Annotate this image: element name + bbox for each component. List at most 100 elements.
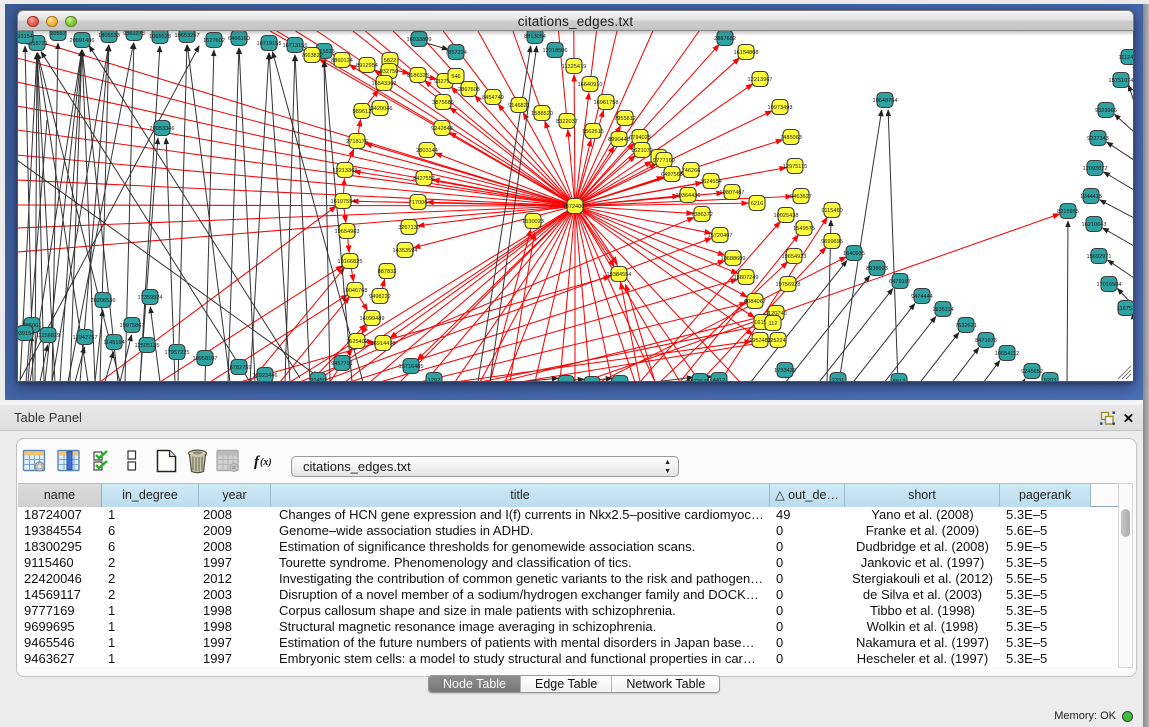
svg-text:16210643: 16210643 xyxy=(1082,222,1107,228)
svg-text:11325419: 11325419 xyxy=(562,64,586,70)
svg-text:25224: 25224 xyxy=(770,338,786,344)
svg-text:8322037: 8322037 xyxy=(556,119,578,125)
svg-text:9777169: 9777169 xyxy=(653,158,675,164)
svg-text:1244415: 1244415 xyxy=(1080,194,1102,200)
svg-text:6794028: 6794028 xyxy=(629,135,651,141)
svg-text:7625402: 7625402 xyxy=(346,339,368,345)
svg-text:7632621: 7632621 xyxy=(955,323,977,329)
svg-text:1292: 1292 xyxy=(428,378,440,382)
svg-text:8451: 8451 xyxy=(560,381,572,382)
svg-text:12975115: 12975115 xyxy=(783,164,807,170)
svg-text:18724007: 18724007 xyxy=(563,204,588,210)
svg-text:1588520: 1588520 xyxy=(531,111,553,117)
svg-text:2803144: 2803144 xyxy=(416,148,438,154)
svg-text:19384554: 19384554 xyxy=(607,272,632,278)
svg-text:14353594: 14353594 xyxy=(393,248,418,254)
svg-text:16782759: 16782759 xyxy=(227,365,252,371)
svg-text:1530023: 1530023 xyxy=(522,219,544,225)
svg-text:9227343: 9227343 xyxy=(1087,136,1109,142)
svg-text:16961758: 16961758 xyxy=(594,100,619,106)
svg-text:546: 546 xyxy=(451,74,460,80)
svg-text:17016504: 17016504 xyxy=(1097,282,1122,288)
svg-text:2331: 2331 xyxy=(832,378,844,382)
svg-text:11156829: 11156829 xyxy=(36,333,60,339)
svg-text:7386372: 7386372 xyxy=(691,212,713,218)
svg-text:8990448: 8990448 xyxy=(608,137,630,143)
svg-text:3875685: 3875685 xyxy=(432,100,454,106)
svg-text:7485063: 7485063 xyxy=(780,135,802,141)
svg-text:10046768: 10046768 xyxy=(343,288,368,294)
svg-text:7955812: 7955812 xyxy=(614,116,636,122)
svg-text:2867608: 2867608 xyxy=(458,87,480,93)
svg-text:1112453: 1112453 xyxy=(1119,55,1134,61)
svg-text:1145194: 1145194 xyxy=(103,340,124,346)
svg-text:112: 112 xyxy=(769,321,778,327)
svg-text:8817: 8817 xyxy=(893,379,905,382)
svg-text:20691406: 20691406 xyxy=(70,38,95,44)
svg-text:887833: 887833 xyxy=(378,269,397,275)
svg-text:19975867: 19975867 xyxy=(120,323,145,329)
svg-text:9463627: 9463627 xyxy=(790,194,812,200)
svg-text:8938923: 8938923 xyxy=(866,266,888,272)
svg-text:8186328: 8186328 xyxy=(407,73,429,79)
svg-text:20364436: 20364436 xyxy=(676,193,701,199)
svg-text:9242848: 9242848 xyxy=(431,126,453,132)
svg-text:9084067: 9084067 xyxy=(744,299,766,305)
svg-text:9245652: 9245652 xyxy=(1021,369,1043,375)
svg-text:6497568: 6497568 xyxy=(661,172,683,178)
svg-text:12213967: 12213967 xyxy=(748,77,773,83)
svg-text:116753: 116753 xyxy=(1117,306,1134,312)
svg-text:14099489: 14099489 xyxy=(360,316,385,322)
svg-text:16107554: 16107554 xyxy=(331,199,356,205)
svg-text:20206536: 20206536 xyxy=(91,298,116,304)
svg-text:2887682: 2887682 xyxy=(714,36,736,42)
svg-text:15692971: 15692971 xyxy=(1087,254,1112,260)
svg-text:8215955: 8215955 xyxy=(1057,209,1079,215)
svg-text:19756928: 19756928 xyxy=(776,282,801,288)
svg-text:8860124: 8860124 xyxy=(331,58,353,64)
svg-text:1733426: 1733426 xyxy=(774,368,796,374)
svg-text:16033809: 16033809 xyxy=(407,37,432,43)
svg-text:15720407: 15720407 xyxy=(708,233,733,239)
svg-text:9457791: 9457791 xyxy=(331,361,353,367)
svg-text:6216: 6216 xyxy=(751,201,763,207)
svg-text:16640910: 16640910 xyxy=(578,82,603,88)
svg-text:3267130: 3267130 xyxy=(398,225,420,231)
svg-text:12923446: 12923446 xyxy=(253,373,278,379)
svg-text:8427552: 8427552 xyxy=(413,176,435,182)
svg-text:9115460: 9115460 xyxy=(821,208,842,214)
svg-text:19166825: 19166825 xyxy=(338,259,363,265)
svg-text:10025438: 10025438 xyxy=(774,213,799,219)
svg-text:7663822: 7663822 xyxy=(301,53,323,59)
svg-text:(x): (x) xyxy=(260,457,272,468)
svg-text:20053346: 20053346 xyxy=(150,126,175,132)
svg-text:1527602: 1527602 xyxy=(203,38,225,44)
svg-text:2718176: 2718176 xyxy=(346,139,368,145)
svg-text:1621072: 1621072 xyxy=(631,148,653,154)
svg-text:17957225: 17957225 xyxy=(165,350,190,356)
svg-text:10648764: 10648764 xyxy=(873,98,898,104)
svg-text:1640935: 1640935 xyxy=(843,251,865,257)
svg-text:15736485: 15736485 xyxy=(688,379,713,382)
svg-text:12218506: 12218506 xyxy=(543,48,568,54)
svg-text:3624554: 3624554 xyxy=(700,179,722,185)
svg-text:746266: 746266 xyxy=(682,168,701,174)
svg-text:6466160: 6466160 xyxy=(228,36,250,42)
svg-text:12213369: 12213369 xyxy=(333,168,358,174)
svg-text:9699695: 9699695 xyxy=(821,239,843,245)
svg-text:15751074: 15751074 xyxy=(1109,78,1134,84)
svg-text:13716485: 13716485 xyxy=(399,364,424,370)
svg-text:9329966: 9329966 xyxy=(1095,108,1117,114)
svg-text:4412: 4412 xyxy=(713,378,725,382)
svg-text:939154: 939154 xyxy=(17,331,34,337)
svg-text:12505135: 12505135 xyxy=(135,343,160,349)
svg-text:12093872: 12093872 xyxy=(1083,166,1108,172)
svg-text:8912954: 8912954 xyxy=(356,63,378,69)
svg-text:1549575: 1549575 xyxy=(793,226,815,232)
svg-text:8454749: 8454749 xyxy=(482,95,504,101)
svg-text:10688609: 10688609 xyxy=(721,256,746,262)
svg-text:9474444: 9474444 xyxy=(911,294,933,300)
svg-text:9932: 9932 xyxy=(614,381,626,382)
svg-text:932750: 932750 xyxy=(380,69,399,75)
svg-text:10654112: 10654112 xyxy=(995,351,1019,357)
